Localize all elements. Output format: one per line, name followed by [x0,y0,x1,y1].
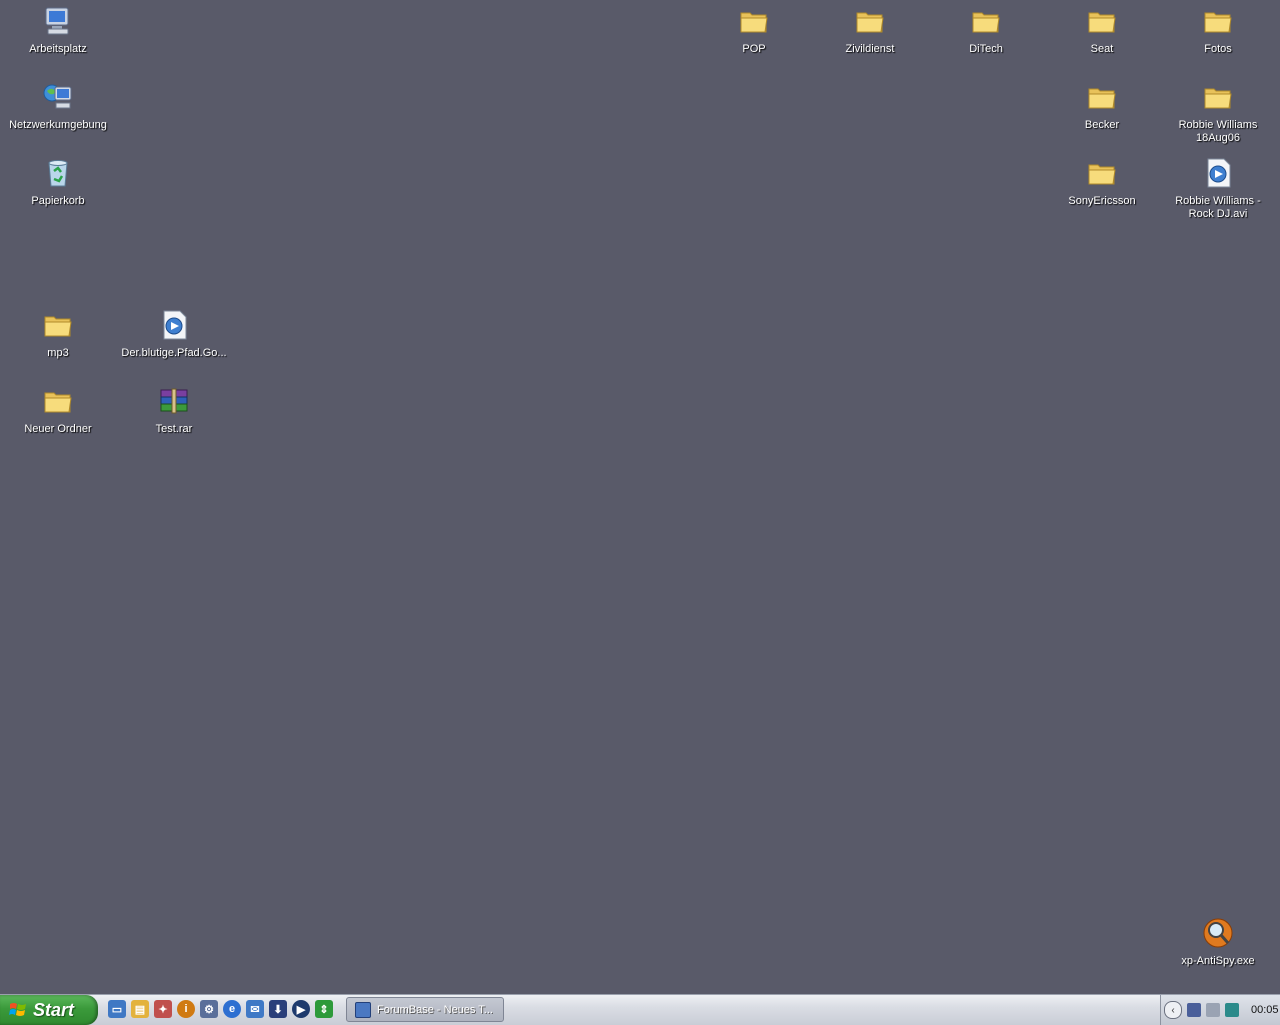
desktop-icon-new-folder[interactable]: Neuer Ordner [0,384,116,436]
desktop-icon-my-computer[interactable]: Arbeitsplatz [0,4,116,56]
explorer-icon[interactable]: ▤ [131,1000,149,1018]
desktop-icon-ditech-folder[interactable]: DiTech [928,4,1044,56]
desktop-icon-robbie-folder[interactable]: Robbie Williams 18Aug06 [1160,80,1276,145]
desktop-icon-label: Neuer Ordner [24,423,92,435]
recycle-bin-icon [41,156,75,190]
desktop-icon-label: Zivildienst [845,43,895,55]
taskbar: Start ▭ ▤ ✦ i ⚙ e ✉ ⬇ ▶ ⇕ ForumBase - Ne… [0,994,1280,1025]
desktop-icon-label: Robbie Williams 18Aug06 [1178,119,1258,144]
desktop-icon-label: Papierkorb [31,195,85,207]
network-icon [41,80,75,114]
desktop-icon-seat-folder[interactable]: Seat [1044,4,1160,56]
desktop-icon-becker-folder[interactable]: Becker [1044,80,1160,132]
folder-icon [737,4,771,38]
media-file-icon [1201,156,1235,190]
desktop-icon-label: Seat [1090,43,1114,55]
browser-window-icon [355,1001,371,1018]
desktop-icon-robbie-avi[interactable]: Robbie Williams - Rock DJ.avi [1160,156,1276,221]
system-tray: ‹ 00:05 [1160,995,1280,1025]
desktop-icon-label: Der.blutige.Pfad.Go... [121,347,227,359]
folder-icon [1085,80,1119,114]
desktop-icon-label: Fotos [1204,43,1232,55]
folder-icon [41,308,75,342]
tray-drive-icon[interactable] [1206,1003,1220,1017]
outlook-icon[interactable]: ✉ [246,1000,264,1018]
desktop-icon-pop-folder[interactable]: POP [696,4,812,56]
desktop-icon-label: DiTech [969,43,1003,55]
desktop-icon-video-file[interactable]: Der.blutige.Pfad.Go... [116,308,232,360]
tray-expand-chevron-icon[interactable]: ‹ [1164,1001,1182,1019]
tray-network-icon[interactable] [1187,1003,1201,1017]
desktop-icon-label: SonyEricsson [1068,195,1136,207]
desktop-icon-zivildienst-folder[interactable]: Zivildienst [812,4,928,56]
desktop-icon-label: Becker [1084,119,1120,131]
folder-icon [969,4,1003,38]
desktop-icon-mp3-folder[interactable]: mp3 [0,308,116,360]
taskbar-window-label: ForumBase - Neues T... [377,1003,493,1016]
green-arrows-icon[interactable]: ⇕ [315,1000,333,1018]
desktop-icon-label: Robbie Williams - Rock DJ.avi [1175,195,1261,220]
info-icon[interactable]: i [177,1000,195,1018]
media-file-icon [157,308,191,342]
download-tool-icon[interactable]: ⬇ [269,1000,287,1018]
antispy-magnifier-icon [1201,916,1235,950]
tray-connection-icon[interactable] [1225,1003,1239,1017]
start-label: Start [33,999,75,1020]
desktop-icon-label: POP [742,43,766,55]
media-player-icon[interactable]: ▶ [292,1000,310,1018]
taskbar-window-button[interactable]: ForumBase - Neues T... [346,997,504,1022]
winrar-archive-icon [157,384,191,418]
desktop-icon-label: Netzwerkumgebung [9,119,107,131]
desktop-icon-label: Test.rar [155,423,193,435]
desktop-icon-antispy[interactable]: xp-AntiSpy.exe [1160,916,1276,968]
folder-icon [1201,80,1235,114]
desktop-icon-label: xp-AntiSpy.exe [1181,955,1255,967]
tray-clock[interactable]: 00:05 [1251,1004,1279,1016]
start-button[interactable]: Start [0,995,98,1025]
folder-icon [1201,4,1235,38]
desktop-icon-recycle-bin[interactable]: Papierkorb [0,156,116,208]
app-launcher-icon[interactable]: ✦ [154,1000,172,1018]
windows-logo-icon [9,1003,26,1016]
desktop-icon-label: mp3 [47,347,69,359]
folder-icon [1085,4,1119,38]
show-desktop-icon[interactable]: ▭ [108,1000,126,1018]
folder-icon [853,4,887,38]
desktop-icon-fotos-folder[interactable]: Fotos [1160,4,1276,56]
desktop-icon-test-rar[interactable]: Test.rar [116,384,232,436]
internet-explorer-icon[interactable]: e [223,1000,241,1018]
quick-launch-bar: ▭ ▤ ✦ i ⚙ e ✉ ⬇ ▶ ⇕ [108,1000,333,1018]
desktop-icon-sonyericsson-folder[interactable]: SonyEricsson [1044,156,1160,208]
desktop-icon-label: Arbeitsplatz [29,43,87,55]
folder-icon [1085,156,1119,190]
network-tool-icon[interactable]: ⚙ [200,1000,218,1018]
folder-icon [41,384,75,418]
computer-icon [41,4,75,38]
desktop-icon-network[interactable]: Netzwerkumgebung [0,80,116,132]
